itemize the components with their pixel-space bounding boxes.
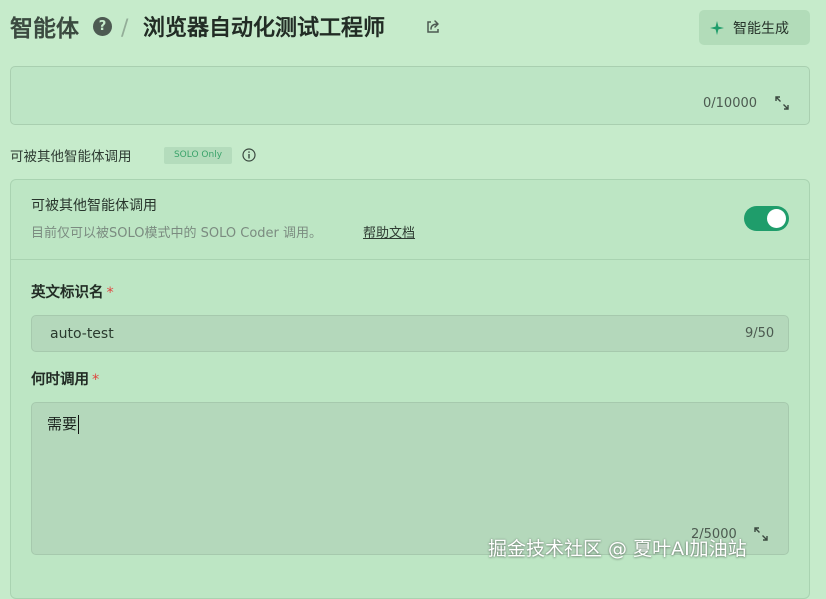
page-title: 智能体 [10, 16, 79, 42]
identifier-input[interactable] [31, 315, 789, 352]
solo-only-badge: SOLO Only [164, 147, 232, 164]
toggle-knob [767, 209, 786, 228]
description-textarea[interactable] [10, 66, 810, 125]
toggle-description: 目前仅可以被SOLO模式中的 SOLO Coder 调用。 [31, 226, 323, 241]
card-divider [11, 259, 809, 260]
toggle-title: 可被其他智能体调用 [31, 198, 157, 214]
description-char-count: 0/10000 [703, 96, 758, 111]
text-caret [78, 415, 80, 434]
identifier-char-count: 9/50 [745, 326, 775, 341]
help-docs-link[interactable]: 帮助文档 [363, 225, 415, 243]
smart-generate-button[interactable]: 智能生成 [699, 10, 810, 45]
smart-generate-label: 智能生成 [733, 20, 789, 37]
watermark: 掘金技术社区 @ 夏叶AI加油站 [488, 538, 747, 560]
help-icon[interactable]: ? [93, 17, 112, 36]
when-to-call-value: 需要 [47, 415, 80, 434]
info-icon[interactable] [242, 148, 256, 162]
sparkle-icon [710, 20, 724, 35]
identifier-value: auto-test [50, 326, 114, 342]
when-to-call-textarea[interactable] [31, 402, 789, 555]
when-to-call-label: 何时调用 * [31, 372, 100, 388]
share-icon[interactable] [425, 19, 441, 35]
identifier-label: 英文标识名 * [31, 285, 114, 301]
agent-name: 浏览器自动化测试工程师 [143, 16, 386, 41]
invocable-toggle[interactable] [744, 206, 789, 231]
required-mark: * [106, 285, 114, 301]
expand-icon[interactable] [775, 96, 789, 110]
breadcrumb-separator: / [121, 16, 129, 41]
required-mark: * [92, 372, 100, 388]
invocable-section-label: 可被其他智能体调用 [10, 149, 132, 165]
expand-icon[interactable] [754, 527, 768, 541]
